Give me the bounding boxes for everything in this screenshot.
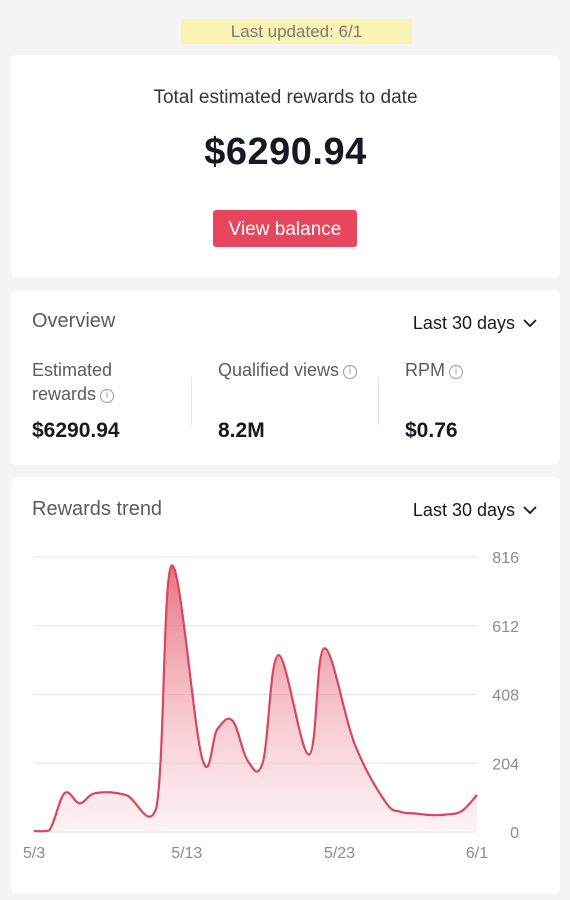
metric-rpm: RPM i [405,358,525,382]
x-tick-label: 5/3 [23,845,45,862]
metric-label-line2: rewards i [32,382,182,406]
metric-label: Qualified views i [218,358,378,382]
y-tick-label: 816 [492,550,519,567]
overview-range-label: Last 30 days [412,313,515,333]
rewards-trend-card: Rewards trend Last 30 days 0 204 408 612 816… [11,477,560,894]
overview-card: Overview Last 30 days Estimated rewards i… [11,290,560,465]
metric-label-line1: Estimated [32,360,113,380]
chevron-down-icon [523,319,537,328]
last-updated-banner: Last updated: 6/1 [181,19,412,44]
overview-title: Overview [32,310,116,332]
y-tick-label: 204 [492,756,519,773]
y-tick-label: 408 [492,688,519,705]
metric-divider [191,377,192,425]
rewards-trend-chart: 0 204 408 612 816 5/3 5/13 5/23 6/1 [23,550,519,862]
metric-value-qualified-views: 8.2M [218,419,265,442]
info-icon[interactable]: i [100,389,115,403]
x-tick-label: 5/23 [324,845,355,862]
total-rewards-label: Total estimated rewards to date [153,87,418,108]
view-balance-button[interactable]: View balance [213,210,357,247]
metric-value-estimated-rewards: $6290.94 [32,419,120,442]
metric-value-rpm: $0.76 [405,419,458,442]
x-tick-label: 5/13 [171,845,202,862]
y-tick-label: 612 [492,619,519,636]
metric-label: RPM i [405,358,525,382]
info-icon[interactable]: i [343,365,358,379]
metric-estimated-rewards: Estimated rewards i [32,358,182,406]
metric-divider [378,377,379,425]
total-rewards-card: Total estimated rewards to date $6290.94… [11,55,560,278]
metric-qualified-views: Qualified views i [218,358,378,382]
x-tick-label: 6/1 [466,845,488,862]
overview-range-dropdown[interactable]: Last 30 days [413,313,537,334]
y-tick-label: 0 [510,825,519,842]
total-rewards-amount: $6290.94 [204,131,367,173]
info-icon[interactable]: i [449,365,463,379]
